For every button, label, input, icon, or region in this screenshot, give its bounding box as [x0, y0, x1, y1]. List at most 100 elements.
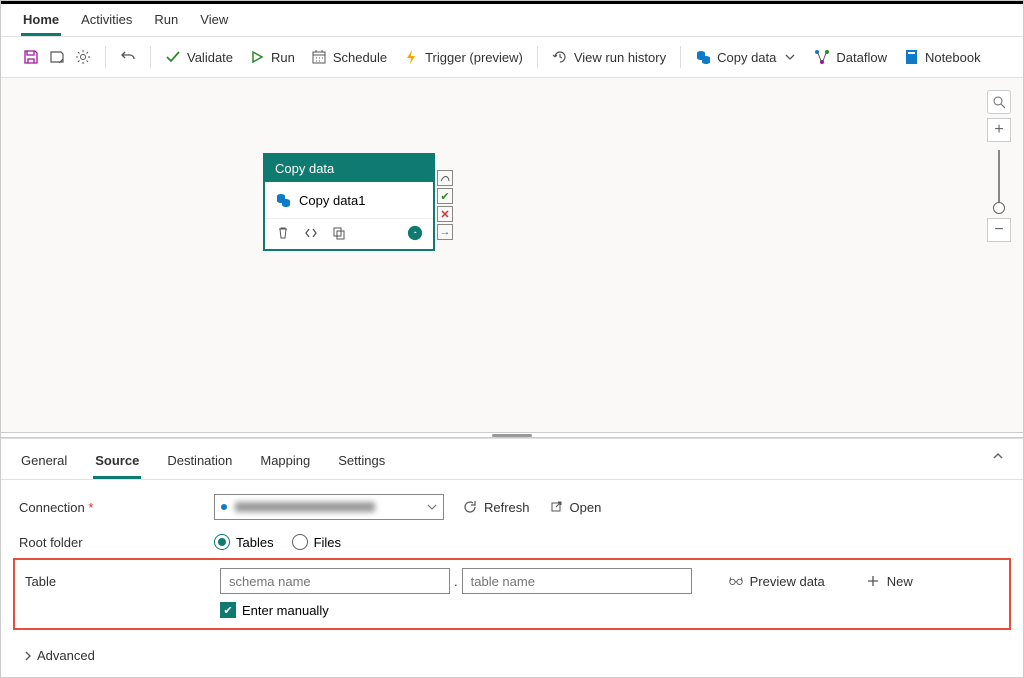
save-icon[interactable]	[23, 49, 39, 65]
menu-tab-home[interactable]: Home	[21, 8, 61, 36]
connection-label: Connection *	[19, 500, 214, 515]
notebook-button[interactable]: Notebook	[897, 45, 987, 69]
enter-manually-row: ✔ Enter manually	[25, 594, 999, 618]
new-button[interactable]: New	[865, 573, 913, 589]
connection-dropdown[interactable]	[214, 494, 444, 520]
connection-value-redacted	[235, 502, 375, 512]
copy-data-label: Copy data	[717, 50, 776, 65]
copy-icon[interactable]	[331, 225, 347, 241]
preview-data-button[interactable]: Preview data	[728, 573, 825, 589]
tab-source[interactable]: Source	[93, 447, 141, 479]
open-label: Open	[570, 500, 602, 515]
trigger-button[interactable]: Trigger (preview)	[397, 45, 529, 69]
menu-tab-bar: Home Activities Run View	[1, 4, 1023, 37]
run-activity-icon[interactable]	[407, 225, 423, 241]
checkmark-icon: ✔	[220, 602, 236, 618]
spacer	[25, 594, 220, 618]
radio-circle-icon	[214, 534, 230, 550]
advanced-label: Advanced	[37, 648, 95, 663]
tab-general[interactable]: General	[19, 447, 69, 479]
history-icon	[552, 49, 568, 65]
table-highlight-region: Table . Preview data New	[13, 558, 1011, 630]
view-history-label: View run history	[574, 50, 666, 65]
source-form: Connection * Refresh Open Root folder Ta…	[1, 480, 1023, 644]
notebook-icon	[903, 49, 919, 65]
checkmark-icon	[165, 49, 181, 65]
activity-status-connectors: ✔ ✕ →	[437, 170, 453, 240]
zoom-handle[interactable]	[993, 202, 1005, 214]
collapse-panel-icon[interactable]	[991, 449, 1005, 463]
connection-row: Connection * Refresh Open	[19, 494, 1005, 520]
pipeline-canvas[interactable]: Copy data Copy data1 ✔ ✕ → + −	[1, 78, 1023, 432]
toolbar-separator	[680, 46, 681, 68]
enter-manually-checkbox[interactable]: ✔ Enter manually	[220, 602, 329, 618]
enter-manually-label: Enter manually	[242, 603, 329, 618]
database-copy-icon	[275, 192, 291, 208]
notebook-label: Notebook	[925, 50, 981, 65]
radio-circle-icon	[292, 534, 308, 550]
copy-data-activity[interactable]: Copy data Copy data1	[263, 153, 435, 251]
tab-mapping[interactable]: Mapping	[258, 447, 312, 479]
view-run-history-button[interactable]: View run history	[546, 45, 672, 69]
dataflow-label: Dataflow	[836, 50, 887, 65]
tab-settings[interactable]: Settings	[336, 447, 387, 479]
delete-icon[interactable]	[275, 225, 291, 241]
trigger-label: Trigger (preview)	[425, 50, 523, 65]
status-fail-icon[interactable]: ✕	[437, 206, 453, 222]
root-folder-row: Root folder Tables Files	[19, 534, 1005, 550]
chevron-down-icon	[427, 502, 437, 512]
code-icon[interactable]	[303, 225, 319, 241]
canvas-search-button[interactable]	[987, 90, 1011, 114]
status-success-icon[interactable]: ✔	[437, 188, 453, 204]
menu-tab-activities[interactable]: Activities	[79, 8, 134, 36]
table-name-input[interactable]	[462, 568, 692, 594]
calendar-icon	[311, 49, 327, 65]
tab-destination[interactable]: Destination	[165, 447, 234, 479]
menu-tab-view[interactable]: View	[198, 8, 230, 36]
run-label: Run	[271, 50, 295, 65]
zoom-controls: + −	[987, 90, 1011, 242]
connection-status-dot	[221, 504, 227, 510]
toolbar-separator	[150, 46, 151, 68]
chevron-right-icon	[23, 651, 33, 661]
lightning-icon	[403, 49, 419, 65]
zoom-slider[interactable]	[998, 150, 1000, 210]
details-panel: General Source Destination Mapping Setti…	[1, 438, 1023, 677]
status-completion-icon[interactable]: →	[437, 224, 453, 240]
schedule-button[interactable]: Schedule	[305, 45, 393, 69]
schema-name-input[interactable]	[220, 568, 450, 594]
root-folder-label: Root folder	[19, 535, 214, 550]
details-tab-bar: General Source Destination Mapping Setti…	[1, 439, 1023, 480]
table-inputs-group: .	[220, 568, 692, 594]
save-as-icon[interactable]	[49, 49, 65, 65]
dataflow-button[interactable]: Dataflow	[808, 45, 893, 69]
new-label: New	[887, 574, 913, 589]
activity-footer	[265, 218, 433, 249]
settings-gear-icon[interactable]	[75, 49, 91, 65]
status-skip-icon[interactable]	[437, 170, 453, 186]
plus-icon	[865, 573, 881, 589]
table-dot-separator: .	[454, 574, 458, 589]
radio-tables[interactable]: Tables	[214, 534, 274, 550]
root-folder-radio-group: Tables Files	[214, 534, 341, 550]
activity-name: Copy data1	[299, 193, 366, 208]
copy-data-button[interactable]: Copy data	[689, 45, 804, 69]
validate-button[interactable]: Validate	[159, 45, 239, 69]
zoom-out-button[interactable]: −	[987, 218, 1011, 242]
refresh-icon	[462, 499, 478, 515]
toolbar-separator	[537, 46, 538, 68]
menu-tab-run[interactable]: Run	[152, 8, 180, 36]
undo-icon[interactable]	[120, 49, 136, 65]
run-button[interactable]: Run	[243, 45, 301, 69]
activity-header: Copy data	[265, 155, 433, 182]
zoom-in-button[interactable]: +	[987, 118, 1011, 142]
validate-label: Validate	[187, 50, 233, 65]
radio-files[interactable]: Files	[292, 534, 341, 550]
advanced-expander[interactable]: Advanced	[1, 644, 1023, 667]
glasses-icon	[728, 573, 744, 589]
table-side-actions: Preview data New	[710, 573, 913, 589]
chevron-down-icon	[782, 49, 798, 65]
refresh-button[interactable]: Refresh	[462, 499, 530, 515]
open-button[interactable]: Open	[548, 499, 602, 515]
preview-data-label: Preview data	[750, 574, 825, 589]
